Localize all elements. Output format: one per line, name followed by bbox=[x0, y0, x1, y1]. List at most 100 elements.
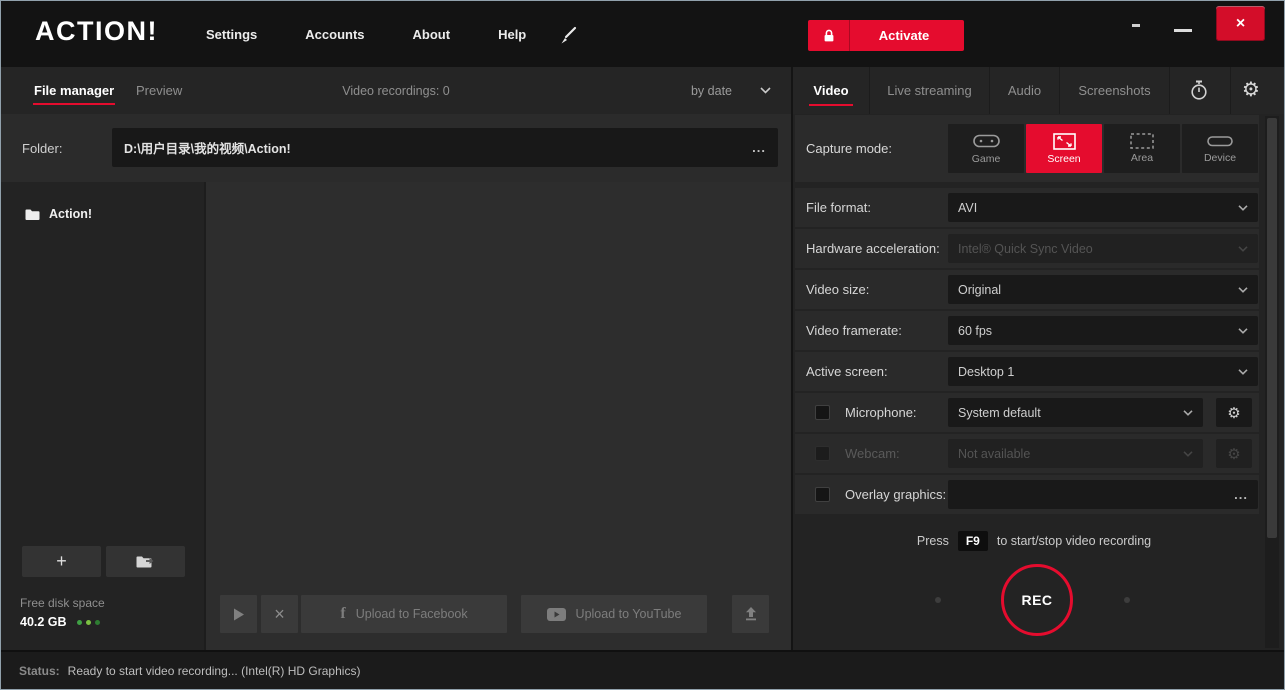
overlay-graphics-field[interactable]: ... bbox=[948, 480, 1258, 509]
free-disk-row: 40.2 GB bbox=[20, 615, 100, 629]
settings-panel: Video Live streaming Audio Screenshots ⚙… bbox=[793, 67, 1284, 650]
row-overlay-graphics: Overlay graphics: ... bbox=[795, 475, 1259, 514]
video-size-select[interactable]: Original bbox=[948, 275, 1258, 304]
capture-mode-screen[interactable]: Screen bbox=[1026, 124, 1102, 173]
capture-mode-device[interactable]: Device bbox=[1182, 124, 1258, 173]
file-manager-panel: File manager Preview Video recordings: 0… bbox=[1, 67, 791, 650]
close-button[interactable]: × bbox=[1216, 6, 1265, 41]
menu-help[interactable]: Help bbox=[498, 27, 526, 42]
folder-icon bbox=[25, 208, 40, 221]
rec-button[interactable]: REC bbox=[1001, 564, 1073, 636]
webcam-label: Webcam: bbox=[845, 434, 900, 473]
file-manager-tabbar: File manager Preview Video recordings: 0… bbox=[1, 67, 791, 114]
chevron-down-icon bbox=[1238, 287, 1248, 293]
file-format-label: File format: bbox=[806, 188, 871, 227]
screen-icon bbox=[1053, 133, 1076, 150]
microphone-settings-button[interactable]: ⚙ bbox=[1216, 398, 1252, 427]
free-disk-value: 40.2 GB bbox=[20, 615, 67, 629]
upload-youtube-label: Upload to YouTube bbox=[576, 607, 682, 621]
settings-gear-icon[interactable]: ⚙ bbox=[1242, 77, 1260, 103]
chevron-down-icon bbox=[1238, 369, 1248, 375]
plus-icon: + bbox=[56, 551, 67, 572]
video-framerate-select[interactable]: 60 fps bbox=[948, 316, 1258, 345]
hotkey-suffix: to start/stop video recording bbox=[997, 534, 1151, 548]
microphone-checkbox[interactable] bbox=[815, 405, 830, 420]
folder-path: D:\用户目录\我的视频\Action! bbox=[124, 138, 742, 157]
capture-mode-row: Capture mode: Game Screen Area Device bbox=[795, 115, 1259, 182]
gear-icon: ⚙ bbox=[1227, 445, 1240, 463]
browse-overlay-button[interactable]: ... bbox=[1234, 487, 1248, 502]
minimize-button[interactable] bbox=[1174, 29, 1192, 32]
tab-video[interactable]: Video bbox=[793, 67, 870, 114]
file-manager-body: Action! + Free disk space 40.2 GB bbox=[1, 182, 791, 650]
scrollbar[interactable] bbox=[1265, 116, 1279, 648]
activate-button[interactable]: Activate bbox=[808, 20, 964, 51]
tree-item-action[interactable]: Action! bbox=[1, 200, 204, 228]
overlay-graphics-label: Overlay graphics: bbox=[845, 475, 946, 514]
capture-mode-label: Capture mode: bbox=[806, 115, 892, 182]
main-menu: Settings Accounts About Help bbox=[206, 1, 526, 67]
add-folder-button[interactable]: + bbox=[22, 546, 101, 577]
row-webcam: Webcam: Not available ⚙ bbox=[795, 434, 1259, 473]
tray-minimize-button[interactable] bbox=[1132, 24, 1140, 27]
chevron-down-icon bbox=[760, 87, 771, 94]
active-screen-select[interactable]: Desktop 1 bbox=[948, 357, 1258, 386]
timer-icon[interactable] bbox=[1189, 80, 1209, 106]
capture-mode-game[interactable]: Game bbox=[948, 124, 1024, 173]
chevron-down-icon bbox=[1183, 451, 1193, 457]
folder-tree: Action! + Free disk space 40.2 GB bbox=[1, 182, 204, 650]
close-icon: × bbox=[1236, 15, 1245, 33]
export-upload-button[interactable] bbox=[732, 595, 769, 633]
tab-preview[interactable]: Preview bbox=[135, 67, 183, 114]
delete-button[interactable]: × bbox=[261, 595, 298, 633]
row-file-format: File format: AVI bbox=[795, 188, 1259, 227]
file-format-select[interactable]: AVI bbox=[948, 193, 1258, 222]
webcam-checkbox bbox=[815, 446, 830, 461]
capture-mode-area[interactable]: Area bbox=[1104, 124, 1180, 173]
upload-icon bbox=[744, 607, 758, 621]
row-hardware-acceleration: Hardware acceleration: Intel® Quick Sync… bbox=[795, 229, 1259, 268]
row-microphone: Microphone: System default ⚙ bbox=[795, 393, 1259, 432]
chevron-down-icon bbox=[1183, 410, 1193, 416]
tab-screenshots[interactable]: Screenshots bbox=[1060, 67, 1170, 114]
menu-settings[interactable]: Settings bbox=[206, 27, 257, 42]
hotkey-key-badge: F9 bbox=[958, 531, 988, 551]
folder-path-field[interactable]: D:\用户目录\我的视频\Action! ... bbox=[112, 128, 778, 167]
tab-live-streaming[interactable]: Live streaming bbox=[870, 67, 990, 114]
disk-usage-dots bbox=[77, 620, 100, 625]
play-button[interactable] bbox=[220, 595, 257, 633]
upload-youtube-button[interactable]: Upload to YouTube bbox=[521, 595, 707, 633]
browse-folder-button[interactable]: ... bbox=[742, 140, 766, 155]
recordings-list-area[interactable]: × f Upload to Facebook Upload to YouTube bbox=[206, 182, 791, 650]
activate-label: Activate bbox=[850, 28, 964, 43]
microphone-select[interactable]: System default bbox=[948, 398, 1203, 427]
upload-facebook-button[interactable]: f Upload to Facebook bbox=[301, 595, 507, 633]
chevron-down-icon bbox=[1238, 205, 1248, 211]
row-video-framerate: Video framerate: 60 fps bbox=[795, 311, 1259, 350]
sort-by-dropdown[interactable]: by date bbox=[691, 67, 771, 114]
menu-about[interactable]: About bbox=[413, 27, 451, 42]
delete-icon: × bbox=[274, 604, 285, 625]
brush-icon[interactable] bbox=[553, 23, 581, 47]
area-icon bbox=[1130, 133, 1154, 149]
overlay-graphics-checkbox[interactable] bbox=[815, 487, 830, 502]
folder-label: Folder: bbox=[22, 114, 62, 182]
tab-audio[interactable]: Audio bbox=[990, 67, 1060, 114]
youtube-icon bbox=[547, 608, 566, 621]
row-video-size: Video size: Original bbox=[795, 270, 1259, 309]
menu-accounts[interactable]: Accounts bbox=[305, 27, 364, 42]
free-disk-label: Free disk space bbox=[20, 596, 105, 610]
folder-row: Folder: D:\用户目录\我的视频\Action! ... bbox=[1, 114, 791, 182]
webcam-settings-button: ⚙ bbox=[1216, 439, 1252, 468]
open-folder-button[interactable] bbox=[106, 546, 185, 577]
active-screen-label: Active screen: bbox=[806, 352, 888, 391]
chevron-down-icon bbox=[1238, 328, 1248, 334]
hotkey-hint: Press F9 to start/stop video recording bbox=[795, 529, 1273, 553]
settings-tabbar: Video Live streaming Audio Screenshots ⚙ bbox=[793, 67, 1284, 114]
scrollbar-thumb[interactable] bbox=[1267, 118, 1277, 538]
tab-file-manager[interactable]: File manager bbox=[33, 67, 115, 114]
gear-icon: ⚙ bbox=[1227, 404, 1240, 422]
status-label: Status: bbox=[19, 664, 60, 678]
titlebar: ACTION! Settings Accounts About Help Act… bbox=[1, 1, 1284, 67]
video-size-label: Video size: bbox=[806, 270, 869, 309]
